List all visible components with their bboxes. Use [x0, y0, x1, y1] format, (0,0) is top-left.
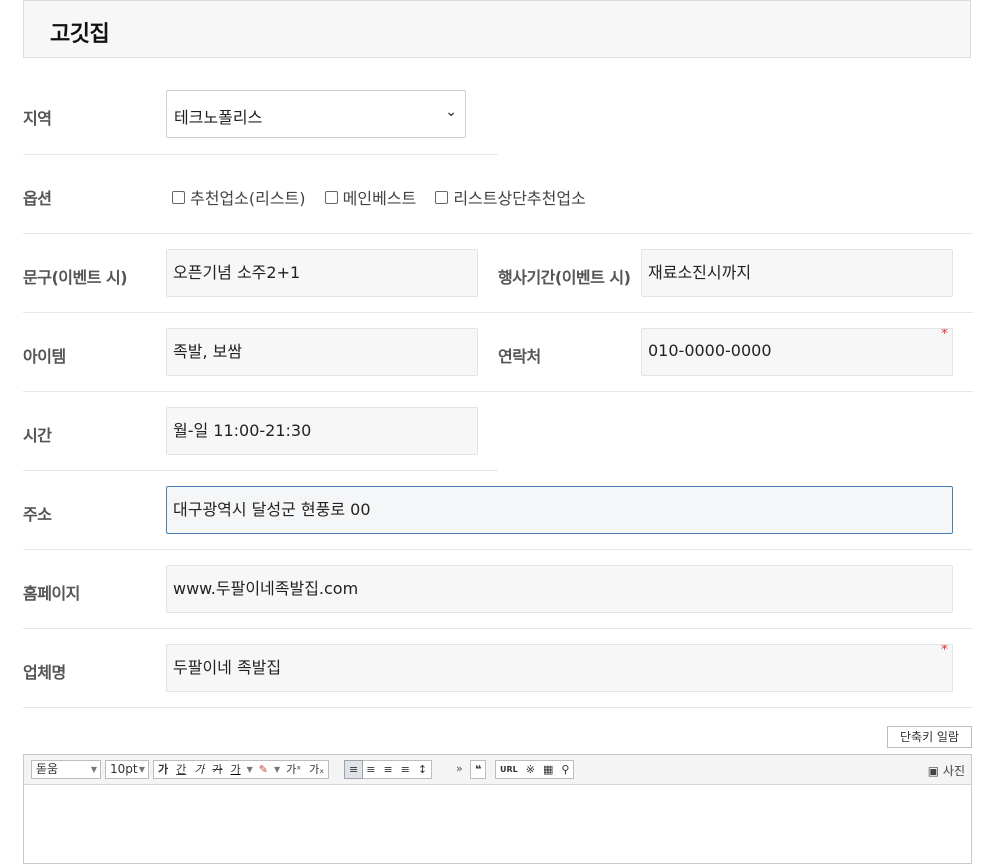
- superscript-button[interactable]: 가ˣ: [282, 761, 305, 778]
- phrase-label: 문구(이벤트 시): [23, 268, 128, 287]
- chevron-down-icon: ▼: [90, 765, 97, 774]
- phrase-input[interactable]: 오픈기념 소주2+1: [166, 249, 478, 297]
- font-size-value: 10pt: [110, 762, 138, 776]
- region-selected-value: 테크노폴리스: [174, 108, 263, 127]
- align-justify-button[interactable]: ≡: [397, 761, 414, 778]
- business-name-input[interactable]: 두팔이네 족발집 *: [166, 644, 953, 692]
- hours-label: 시간: [23, 426, 52, 445]
- chevron-down-icon[interactable]: ▼: [272, 761, 282, 778]
- format-button-group: 가 간 가 가 가 ▼ ✎ ▼ 가ˣ 가ₓ: [153, 760, 330, 779]
- options-group: 추천업소(리스트) 메인베스트 리스트상단추천업소: [172, 185, 600, 209]
- url-button[interactable]: URL: [496, 761, 522, 778]
- business-name-label: 업체명: [23, 663, 66, 682]
- bold-button[interactable]: 가: [154, 761, 172, 778]
- align-left-icon: ≡: [349, 763, 359, 776]
- contact-value: 010-0000-0000: [648, 341, 772, 360]
- font-size-select[interactable]: 10pt ▼: [105, 760, 149, 779]
- divider: [23, 628, 973, 629]
- item-input[interactable]: 족발, 보쌈: [166, 328, 478, 376]
- align-justify-icon: ≡: [400, 763, 410, 776]
- option-main-best[interactable]: 메인베스트: [324, 185, 417, 209]
- checkbox[interactable]: [324, 190, 338, 204]
- divider: [23, 391, 973, 392]
- divider: [23, 154, 498, 155]
- homepage-input[interactable]: www.두팔이네족발집.com: [166, 565, 953, 613]
- editor-toolbar: 돋움 ▼ 10pt ▼ 가 간 가 가 가 ▼ ✎ ▼ 가ˣ 가ₓ ≡ ≡ ≡ …: [24, 755, 971, 785]
- align-left-button[interactable]: ≡: [343, 760, 364, 779]
- page-title: 고깃집: [50, 22, 110, 47]
- homepage-label: 홈페이지: [23, 584, 80, 603]
- option-list-top-recommended[interactable]: 리스트상단추천업소: [435, 185, 586, 209]
- address-input[interactable]: 대구광역시 달성군 현풍로 00: [166, 486, 953, 534]
- checkbox[interactable]: [172, 190, 185, 204]
- photo-button[interactable]: ▣ 사진: [928, 762, 965, 779]
- align-button-group: ≡ ≡ ≡ ≡ ↕: [343, 760, 433, 779]
- line-height-button[interactable]: ↕: [414, 761, 431, 778]
- photo-button-label: 사진: [942, 764, 965, 778]
- option-label: 추천업소(리스트): [190, 189, 306, 208]
- divider: [23, 312, 973, 313]
- business-name-value: 두팔이네 족발집: [173, 658, 282, 677]
- italic-button[interactable]: 가: [190, 761, 208, 778]
- more-tools-button[interactable]: »: [456, 762, 463, 775]
- event-period-input[interactable]: 재료소진시까지: [641, 249, 953, 297]
- contact-input[interactable]: 010-0000-0000 *: [641, 328, 953, 376]
- divider: [23, 707, 973, 708]
- shortcut-list-button[interactable]: 단축키 일람: [887, 726, 972, 748]
- align-center-button[interactable]: ≡: [362, 761, 379, 778]
- table-icon: ▦: [542, 763, 554, 776]
- quote-button-group: ❝: [470, 760, 487, 779]
- divider: [23, 470, 498, 471]
- option-label: 리스트상단추천업소: [453, 189, 586, 208]
- options-label: 옵션: [23, 189, 52, 208]
- option-label: 메인베스트: [342, 189, 417, 208]
- insert-button-group: URL ※ ▦ ⚲: [495, 760, 575, 779]
- quote-button[interactable]: ❝: [471, 761, 485, 778]
- align-center-icon: ≡: [366, 763, 376, 776]
- highlight-color-button[interactable]: ✎: [255, 761, 272, 778]
- table-button[interactable]: ▦: [539, 761, 557, 778]
- checkbox[interactable]: [435, 190, 449, 204]
- event-period-label: 행사기간(이벤트 시): [498, 268, 631, 287]
- chevron-down-icon[interactable]: ▼: [245, 761, 255, 778]
- chevron-down-icon: ▼: [138, 765, 145, 774]
- align-right-button[interactable]: ≡: [379, 761, 396, 778]
- font-family-value: 돋움: [36, 762, 59, 776]
- chevron-down-icon: ⌄: [445, 104, 457, 120]
- rich-text-editor: 돋움 ▼ 10pt ▼ 가 간 가 가 가 ▼ ✎ ▼ 가ˣ 가ₓ ≡ ≡ ≡ …: [23, 754, 972, 864]
- align-right-icon: ≡: [383, 763, 393, 776]
- region-select[interactable]: 테크노폴리스 ⌄: [166, 90, 466, 138]
- search-icon: ⚲: [561, 763, 570, 776]
- page-header: 고깃집: [23, 0, 971, 58]
- font-family-select[interactable]: 돋움 ▼: [31, 760, 101, 779]
- camera-icon: ▣: [927, 764, 940, 778]
- highlighter-icon: ✎: [258, 763, 268, 776]
- underline-button[interactable]: 간: [172, 761, 190, 778]
- special-char-button[interactable]: ※: [522, 761, 539, 778]
- item-label: 아이템: [23, 347, 66, 366]
- required-marker: *: [941, 644, 948, 658]
- divider: [23, 233, 973, 234]
- address-label: 주소: [23, 505, 52, 524]
- hours-input[interactable]: 월-일 11:00-21:30: [166, 407, 478, 455]
- divider: [23, 549, 973, 550]
- option-recommended-list[interactable]: 추천업소(리스트): [172, 185, 306, 209]
- font-color-button[interactable]: 가: [227, 761, 245, 778]
- required-marker: *: [941, 328, 948, 342]
- find-button[interactable]: ⚲: [557, 761, 573, 778]
- subscript-button[interactable]: 가ₓ: [305, 761, 328, 778]
- region-label: 지역: [23, 109, 52, 128]
- strikethrough-button[interactable]: 가: [208, 761, 226, 778]
- contact-label: 연락처: [498, 347, 541, 366]
- line-height-icon: ↕: [417, 763, 428, 776]
